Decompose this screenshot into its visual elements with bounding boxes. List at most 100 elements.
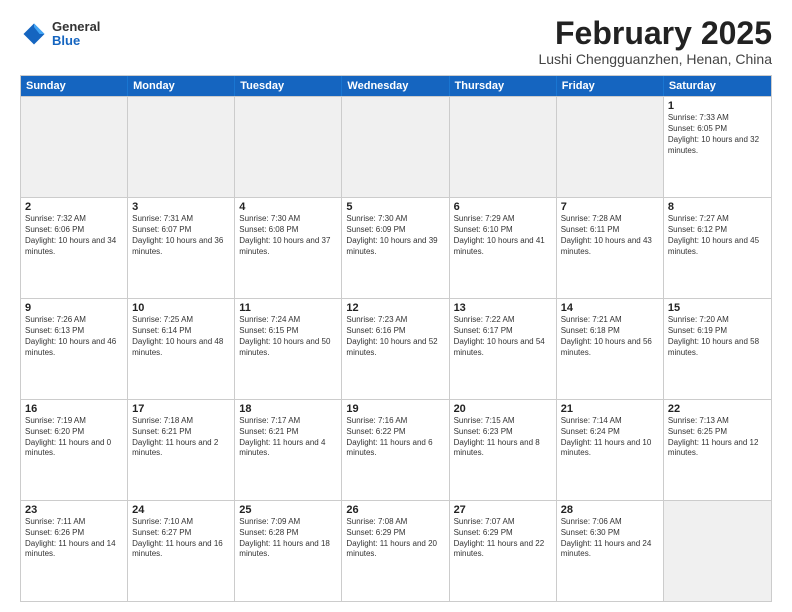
day-number: 13 xyxy=(454,302,552,314)
cell-info: Sunrise: 7:27 AM Sunset: 6:12 PM Dayligh… xyxy=(668,214,767,257)
day-number: 4 xyxy=(239,201,337,213)
cell-info: Sunrise: 7:29 AM Sunset: 6:10 PM Dayligh… xyxy=(454,214,552,257)
cell-info: Sunrise: 7:31 AM Sunset: 6:07 PM Dayligh… xyxy=(132,214,230,257)
calendar-header-cell: Friday xyxy=(557,76,664,96)
day-number: 25 xyxy=(239,504,337,516)
day-number: 23 xyxy=(25,504,123,516)
cell-info: Sunrise: 7:32 AM Sunset: 6:06 PM Dayligh… xyxy=(25,214,123,257)
cell-info: Sunrise: 7:09 AM Sunset: 6:28 PM Dayligh… xyxy=(239,517,337,560)
cell-info: Sunrise: 7:14 AM Sunset: 6:24 PM Dayligh… xyxy=(561,416,659,459)
calendar-cell: 15Sunrise: 7:20 AM Sunset: 6:19 PM Dayli… xyxy=(664,299,771,399)
cell-info: Sunrise: 7:08 AM Sunset: 6:29 PM Dayligh… xyxy=(346,517,444,560)
cell-info: Sunrise: 7:33 AM Sunset: 6:05 PM Dayligh… xyxy=(668,113,767,156)
calendar-cell: 1Sunrise: 7:33 AM Sunset: 6:05 PM Daylig… xyxy=(664,97,771,197)
calendar-cell: 7Sunrise: 7:28 AM Sunset: 6:11 PM Daylig… xyxy=(557,198,664,298)
title-block: February 2025 Lushi Chengguanzhen, Henan… xyxy=(538,16,772,67)
day-number: 27 xyxy=(454,504,552,516)
day-number: 7 xyxy=(561,201,659,213)
calendar-row: 16Sunrise: 7:19 AM Sunset: 6:20 PM Dayli… xyxy=(21,399,771,500)
cell-info: Sunrise: 7:26 AM Sunset: 6:13 PM Dayligh… xyxy=(25,315,123,358)
day-number: 3 xyxy=(132,201,230,213)
calendar-cell xyxy=(342,97,449,197)
cell-info: Sunrise: 7:20 AM Sunset: 6:19 PM Dayligh… xyxy=(668,315,767,358)
page: General Blue February 2025 Lushi Chenggu… xyxy=(0,0,792,612)
calendar-cell: 2Sunrise: 7:32 AM Sunset: 6:06 PM Daylig… xyxy=(21,198,128,298)
month-title: February 2025 xyxy=(538,16,772,51)
calendar-cell: 23Sunrise: 7:11 AM Sunset: 6:26 PM Dayli… xyxy=(21,501,128,601)
calendar: SundayMondayTuesdayWednesdayThursdayFrid… xyxy=(20,75,772,602)
cell-info: Sunrise: 7:10 AM Sunset: 6:27 PM Dayligh… xyxy=(132,517,230,560)
cell-info: Sunrise: 7:19 AM Sunset: 6:20 PM Dayligh… xyxy=(25,416,123,459)
day-number: 24 xyxy=(132,504,230,516)
day-number: 8 xyxy=(668,201,767,213)
cell-info: Sunrise: 7:15 AM Sunset: 6:23 PM Dayligh… xyxy=(454,416,552,459)
calendar-cell: 5Sunrise: 7:30 AM Sunset: 6:09 PM Daylig… xyxy=(342,198,449,298)
day-number: 17 xyxy=(132,403,230,415)
calendar-cell: 25Sunrise: 7:09 AM Sunset: 6:28 PM Dayli… xyxy=(235,501,342,601)
calendar-header-cell: Saturday xyxy=(664,76,771,96)
cell-info: Sunrise: 7:28 AM Sunset: 6:11 PM Dayligh… xyxy=(561,214,659,257)
cell-info: Sunrise: 7:11 AM Sunset: 6:26 PM Dayligh… xyxy=(25,517,123,560)
calendar-body: 1Sunrise: 7:33 AM Sunset: 6:05 PM Daylig… xyxy=(21,96,771,601)
calendar-cell xyxy=(557,97,664,197)
calendar-row: 9Sunrise: 7:26 AM Sunset: 6:13 PM Daylig… xyxy=(21,298,771,399)
day-number: 11 xyxy=(239,302,337,314)
cell-info: Sunrise: 7:13 AM Sunset: 6:25 PM Dayligh… xyxy=(668,416,767,459)
day-number: 22 xyxy=(668,403,767,415)
day-number: 19 xyxy=(346,403,444,415)
cell-info: Sunrise: 7:30 AM Sunset: 6:09 PM Dayligh… xyxy=(346,214,444,257)
calendar-header-cell: Wednesday xyxy=(342,76,449,96)
location: Lushi Chengguanzhen, Henan, China xyxy=(538,51,772,67)
day-number: 16 xyxy=(25,403,123,415)
calendar-cell xyxy=(664,501,771,601)
cell-info: Sunrise: 7:18 AM Sunset: 6:21 PM Dayligh… xyxy=(132,416,230,459)
calendar-cell xyxy=(450,97,557,197)
day-number: 14 xyxy=(561,302,659,314)
day-number: 10 xyxy=(132,302,230,314)
day-number: 15 xyxy=(668,302,767,314)
calendar-cell: 21Sunrise: 7:14 AM Sunset: 6:24 PM Dayli… xyxy=(557,400,664,500)
calendar-cell xyxy=(128,97,235,197)
logo-general: General xyxy=(52,20,100,34)
day-number: 1 xyxy=(668,100,767,112)
day-number: 26 xyxy=(346,504,444,516)
cell-info: Sunrise: 7:07 AM Sunset: 6:29 PM Dayligh… xyxy=(454,517,552,560)
calendar-header-cell: Sunday xyxy=(21,76,128,96)
calendar-cell: 8Sunrise: 7:27 AM Sunset: 6:12 PM Daylig… xyxy=(664,198,771,298)
cell-info: Sunrise: 7:16 AM Sunset: 6:22 PM Dayligh… xyxy=(346,416,444,459)
logo-text: General Blue xyxy=(52,20,100,49)
calendar-row: 2Sunrise: 7:32 AM Sunset: 6:06 PM Daylig… xyxy=(21,197,771,298)
calendar-cell: 9Sunrise: 7:26 AM Sunset: 6:13 PM Daylig… xyxy=(21,299,128,399)
calendar-cell xyxy=(235,97,342,197)
calendar-cell: 4Sunrise: 7:30 AM Sunset: 6:08 PM Daylig… xyxy=(235,198,342,298)
day-number: 2 xyxy=(25,201,123,213)
day-number: 28 xyxy=(561,504,659,516)
logo-blue: Blue xyxy=(52,34,100,48)
day-number: 5 xyxy=(346,201,444,213)
calendar-cell: 19Sunrise: 7:16 AM Sunset: 6:22 PM Dayli… xyxy=(342,400,449,500)
cell-info: Sunrise: 7:23 AM Sunset: 6:16 PM Dayligh… xyxy=(346,315,444,358)
calendar-cell: 18Sunrise: 7:17 AM Sunset: 6:21 PM Dayli… xyxy=(235,400,342,500)
calendar-cell: 16Sunrise: 7:19 AM Sunset: 6:20 PM Dayli… xyxy=(21,400,128,500)
calendar-cell: 14Sunrise: 7:21 AM Sunset: 6:18 PM Dayli… xyxy=(557,299,664,399)
calendar-cell xyxy=(21,97,128,197)
calendar-cell: 17Sunrise: 7:18 AM Sunset: 6:21 PM Dayli… xyxy=(128,400,235,500)
day-number: 20 xyxy=(454,403,552,415)
calendar-cell: 6Sunrise: 7:29 AM Sunset: 6:10 PM Daylig… xyxy=(450,198,557,298)
calendar-header-cell: Tuesday xyxy=(235,76,342,96)
calendar-cell: 11Sunrise: 7:24 AM Sunset: 6:15 PM Dayli… xyxy=(235,299,342,399)
calendar-header-cell: Monday xyxy=(128,76,235,96)
day-number: 6 xyxy=(454,201,552,213)
calendar-cell: 27Sunrise: 7:07 AM Sunset: 6:29 PM Dayli… xyxy=(450,501,557,601)
calendar-cell: 13Sunrise: 7:22 AM Sunset: 6:17 PM Dayli… xyxy=(450,299,557,399)
day-number: 12 xyxy=(346,302,444,314)
cell-info: Sunrise: 7:25 AM Sunset: 6:14 PM Dayligh… xyxy=(132,315,230,358)
cell-info: Sunrise: 7:22 AM Sunset: 6:17 PM Dayligh… xyxy=(454,315,552,358)
day-number: 9 xyxy=(25,302,123,314)
logo: General Blue xyxy=(20,20,100,49)
day-number: 21 xyxy=(561,403,659,415)
header: General Blue February 2025 Lushi Chenggu… xyxy=(20,16,772,67)
cell-info: Sunrise: 7:30 AM Sunset: 6:08 PM Dayligh… xyxy=(239,214,337,257)
calendar-header-cell: Thursday xyxy=(450,76,557,96)
calendar-cell: 24Sunrise: 7:10 AM Sunset: 6:27 PM Dayli… xyxy=(128,501,235,601)
